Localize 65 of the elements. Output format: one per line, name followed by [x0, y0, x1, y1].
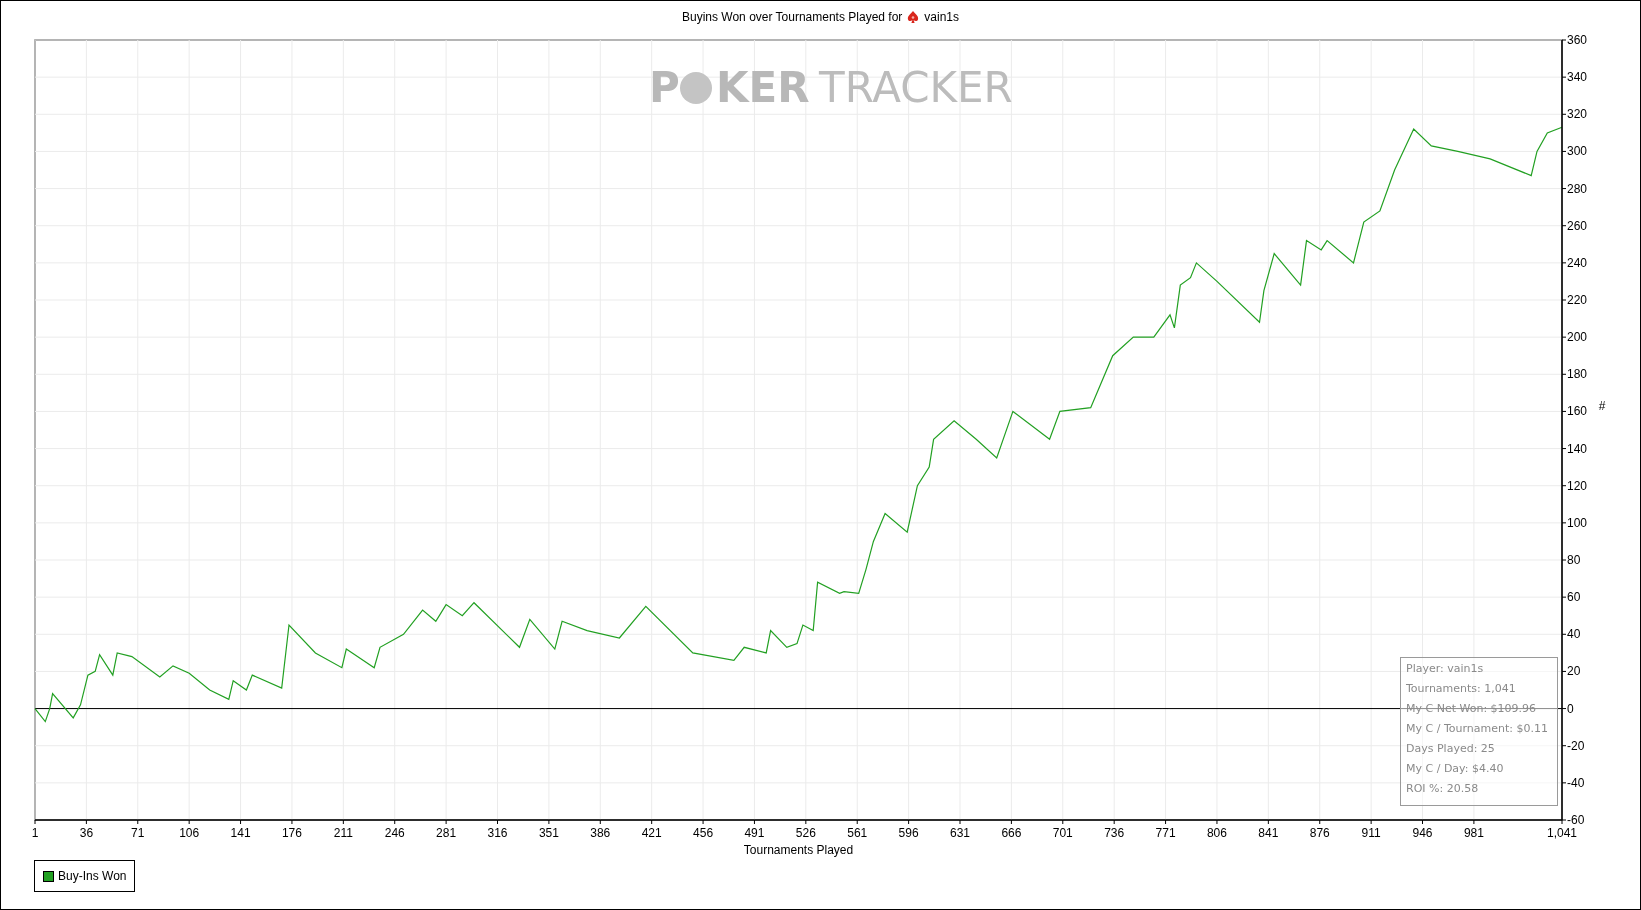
x-tick-label: 841 [1258, 826, 1279, 840]
x-tick-label: 701 [1052, 826, 1073, 840]
chart-title: Buyins Won over Tournaments Played for [682, 10, 903, 24]
y-tick-label: 260 [1567, 218, 1588, 233]
x-tick-label: 421 [641, 826, 662, 840]
y-tick-label: 320 [1567, 107, 1588, 122]
x-tick-label: 211 [333, 826, 353, 840]
y-tick-label: 80 [1567, 553, 1581, 567]
x-tick-label: 281 [436, 826, 457, 840]
x-tick-label: 806 [1206, 826, 1227, 840]
x-tick-label: 386 [590, 826, 611, 840]
x-tick-label: 1 [31, 826, 39, 840]
watermark-logo: P KER TRACKER [649, 63, 1013, 112]
y-axis-title: # [1598, 399, 1606, 413]
y-tick-label: 240 [1567, 255, 1588, 270]
x-tick-label: 526 [795, 826, 816, 840]
x-tick-label: 351 [538, 826, 559, 840]
x-tick-label: 771 [1155, 826, 1176, 840]
x-tick-label: 876 [1309, 826, 1330, 840]
x-tick-label: 71 [131, 826, 145, 840]
y-tick-label: 280 [1567, 181, 1588, 196]
y-tick-label: 40 [1567, 627, 1581, 642]
y-tick-label: 140 [1567, 441, 1588, 456]
x-tick-label: 36 [79, 826, 94, 840]
y-tick-label: 100 [1567, 515, 1588, 530]
x-tick-label: 1,041 [1547, 826, 1577, 840]
stat-text: ROI %: 20.58 [1406, 781, 1480, 797]
y-tick-label: 60 [1567, 590, 1581, 605]
x-tick-label: 141 [230, 826, 251, 840]
x-tick-label: 736 [1104, 826, 1125, 840]
y-tick-label: 340 [1567, 70, 1588, 85]
y-tick-label: 180 [1567, 367, 1588, 382]
x-tick-label: 946 [1412, 826, 1433, 840]
x-tick-label: 246 [384, 826, 405, 840]
y-tick-label: 300 [1567, 144, 1588, 159]
y-tick-label: 160 [1567, 404, 1588, 419]
spade-icon [906, 10, 921, 24]
y-tick-label: -60 [1567, 813, 1585, 827]
y-tick-label: 20 [1567, 664, 1581, 679]
x-tick-label: 911 [1361, 826, 1381, 840]
y-tick-label: 360 [1567, 33, 1588, 47]
player-name: vain1s [924, 10, 959, 24]
x-axis-title: Tournaments Played [743, 843, 854, 857]
y-tick-label: 0 [1567, 701, 1574, 716]
x-tick-label: 456 [693, 826, 714, 840]
x-tick-label: 316 [487, 826, 508, 840]
y-tick-label: 200 [1567, 330, 1588, 345]
legend-label: Buy-Ins Won [58, 869, 127, 883]
x-tick-label: 561 [847, 826, 868, 840]
stat-text: Player: vain1s [1406, 661, 1485, 677]
x-tick-label: 981 [1463, 826, 1484, 840]
x-tick-label: 176 [281, 826, 302, 840]
x-tick-label: 596 [898, 826, 919, 840]
stat-text: My C / Tournament: $0.11 [1406, 721, 1549, 737]
x-tick-label: 106 [179, 826, 200, 840]
x-tick-label: 491 [744, 826, 765, 840]
y-tick-label: 220 [1567, 293, 1588, 307]
y-tick-label: -20 [1567, 738, 1585, 753]
x-tick-label: 666 [1001, 826, 1022, 840]
stat-text: My C / Day: $4.40 [1406, 761, 1505, 777]
y-tick-label: 120 [1567, 478, 1588, 493]
stat-text: Tournaments: 1,041 [1406, 681, 1517, 697]
x-tick-label: 631 [950, 826, 971, 840]
y-tick-label: -40 [1567, 775, 1585, 790]
stat-text: Days Played: 25 [1406, 741, 1496, 757]
